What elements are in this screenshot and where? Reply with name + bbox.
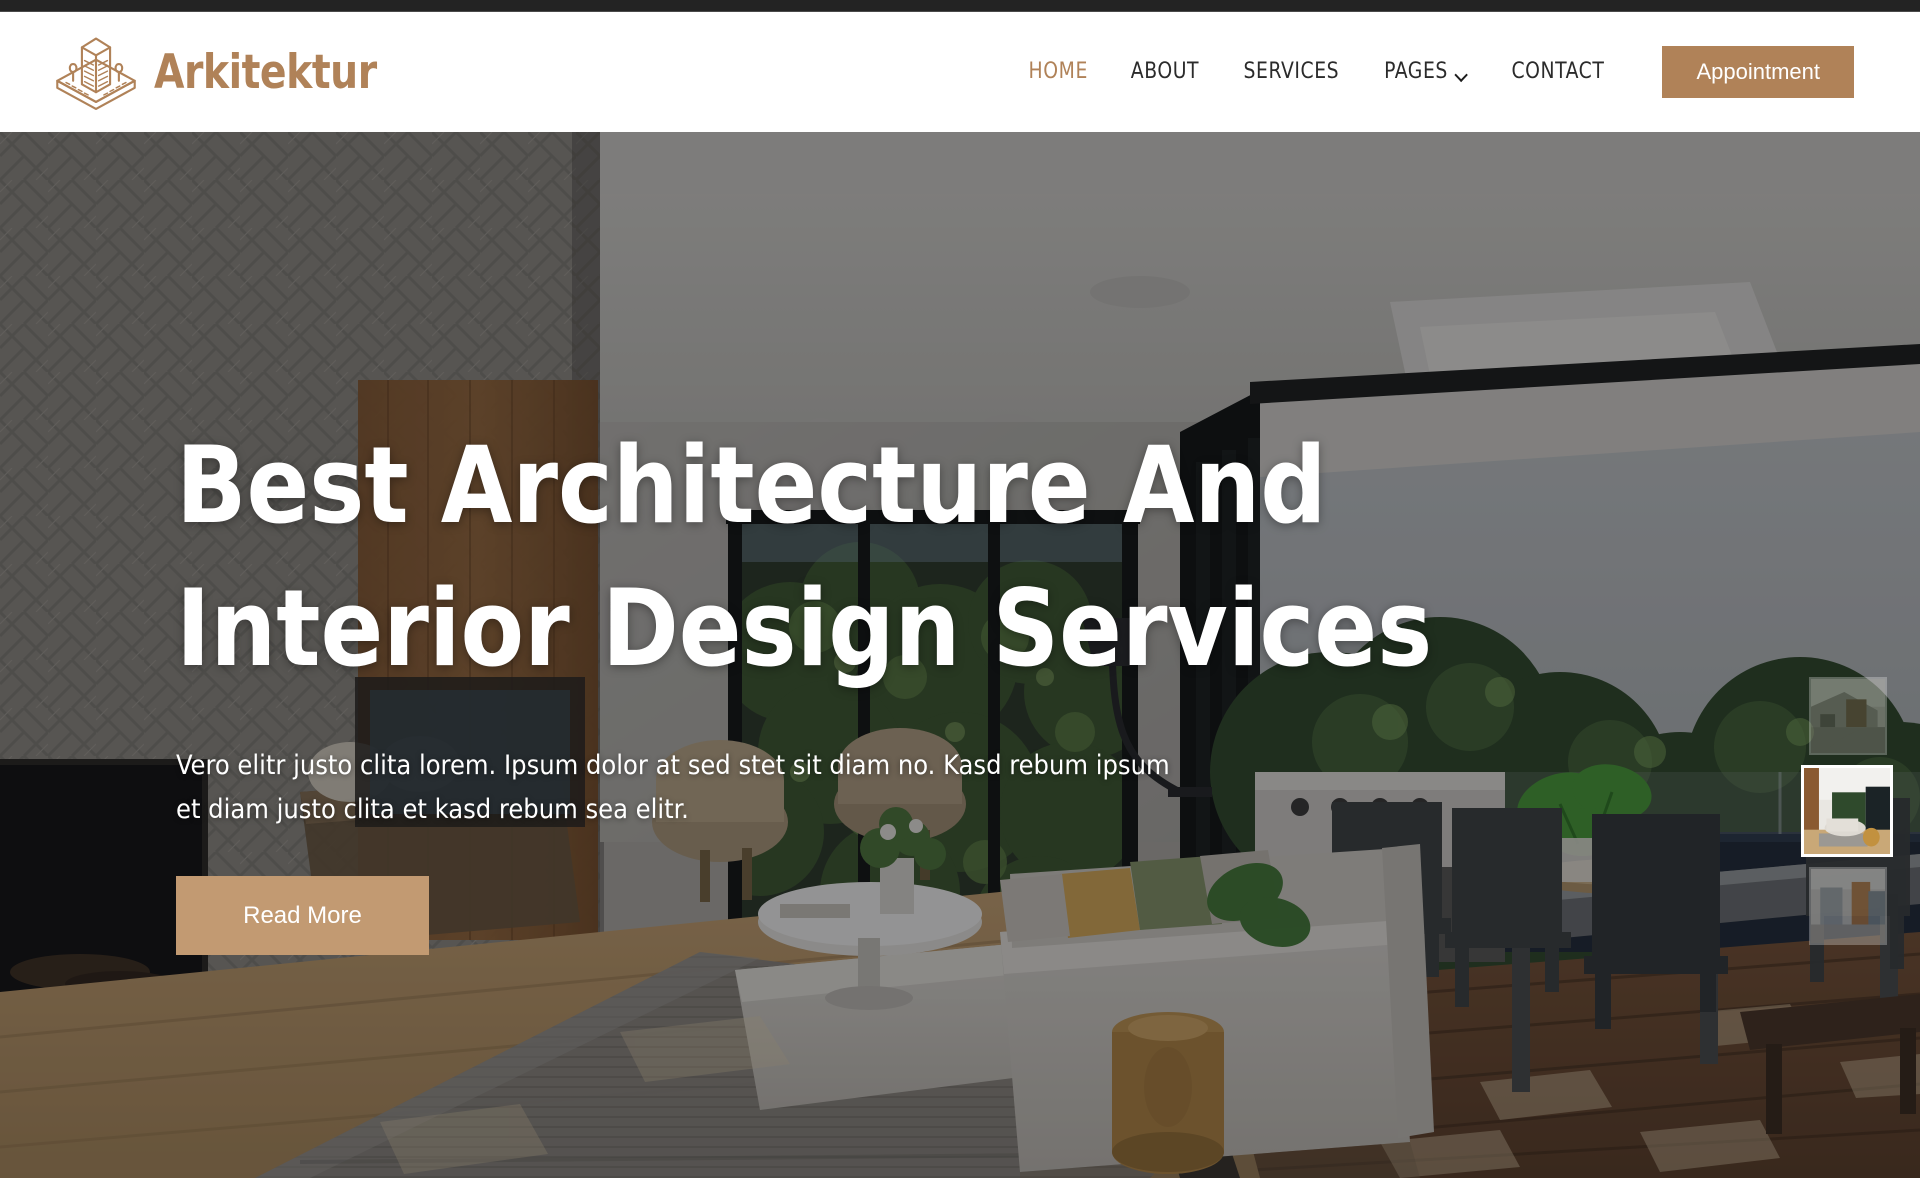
main-navigation: HOME ABOUT SERVICES PAGES CONTACT Appoin… (1007, 44, 1854, 100)
building-logo-icon (52, 28, 140, 116)
hero-content: Best Architecture And Interior Design Se… (176, 414, 1433, 955)
browser-top-strip (0, 0, 1920, 12)
nav-item-pages[interactable]: PAGES (1365, 44, 1486, 100)
brand-name: Arkitektur (154, 44, 377, 100)
nav-item-about[interactable]: ABOUT (1112, 44, 1218, 100)
nav-item-home[interactable]: HOME (1009, 44, 1106, 100)
nav-item-contact[interactable]: CONTACT (1492, 44, 1623, 100)
hero-title: Best Architecture And Interior Design Se… (176, 414, 1433, 700)
brand-logo-link[interactable]: Arkitektur (52, 28, 393, 116)
hero-title-line-2: Interior Design Services (176, 567, 1433, 691)
nav-item-services[interactable]: SERVICES (1224, 44, 1358, 100)
hero-title-line-1: Best Architecture And (176, 424, 1327, 547)
hero-carousel-thumbnails (1801, 677, 1893, 945)
thumb-interior-hall[interactable] (1809, 867, 1887, 945)
thumb-exterior[interactable] (1809, 677, 1887, 755)
appointment-button[interactable]: Appointment (1662, 46, 1854, 98)
read-more-button[interactable]: Read More (176, 875, 429, 955)
site-header: Arkitektur HOME ABOUT SERVICES PAGES CON… (0, 12, 1920, 132)
thumb-living-room[interactable] (1801, 765, 1893, 857)
chevron-down-icon (1456, 70, 1466, 77)
hero-subtitle: Vero elitr justo clita lorem. Ipsum dolo… (176, 750, 1170, 825)
hero-section: Best Architecture And Interior Design Se… (0, 132, 1920, 1178)
nav-item-pages-label: PAGES (1383, 59, 1448, 84)
